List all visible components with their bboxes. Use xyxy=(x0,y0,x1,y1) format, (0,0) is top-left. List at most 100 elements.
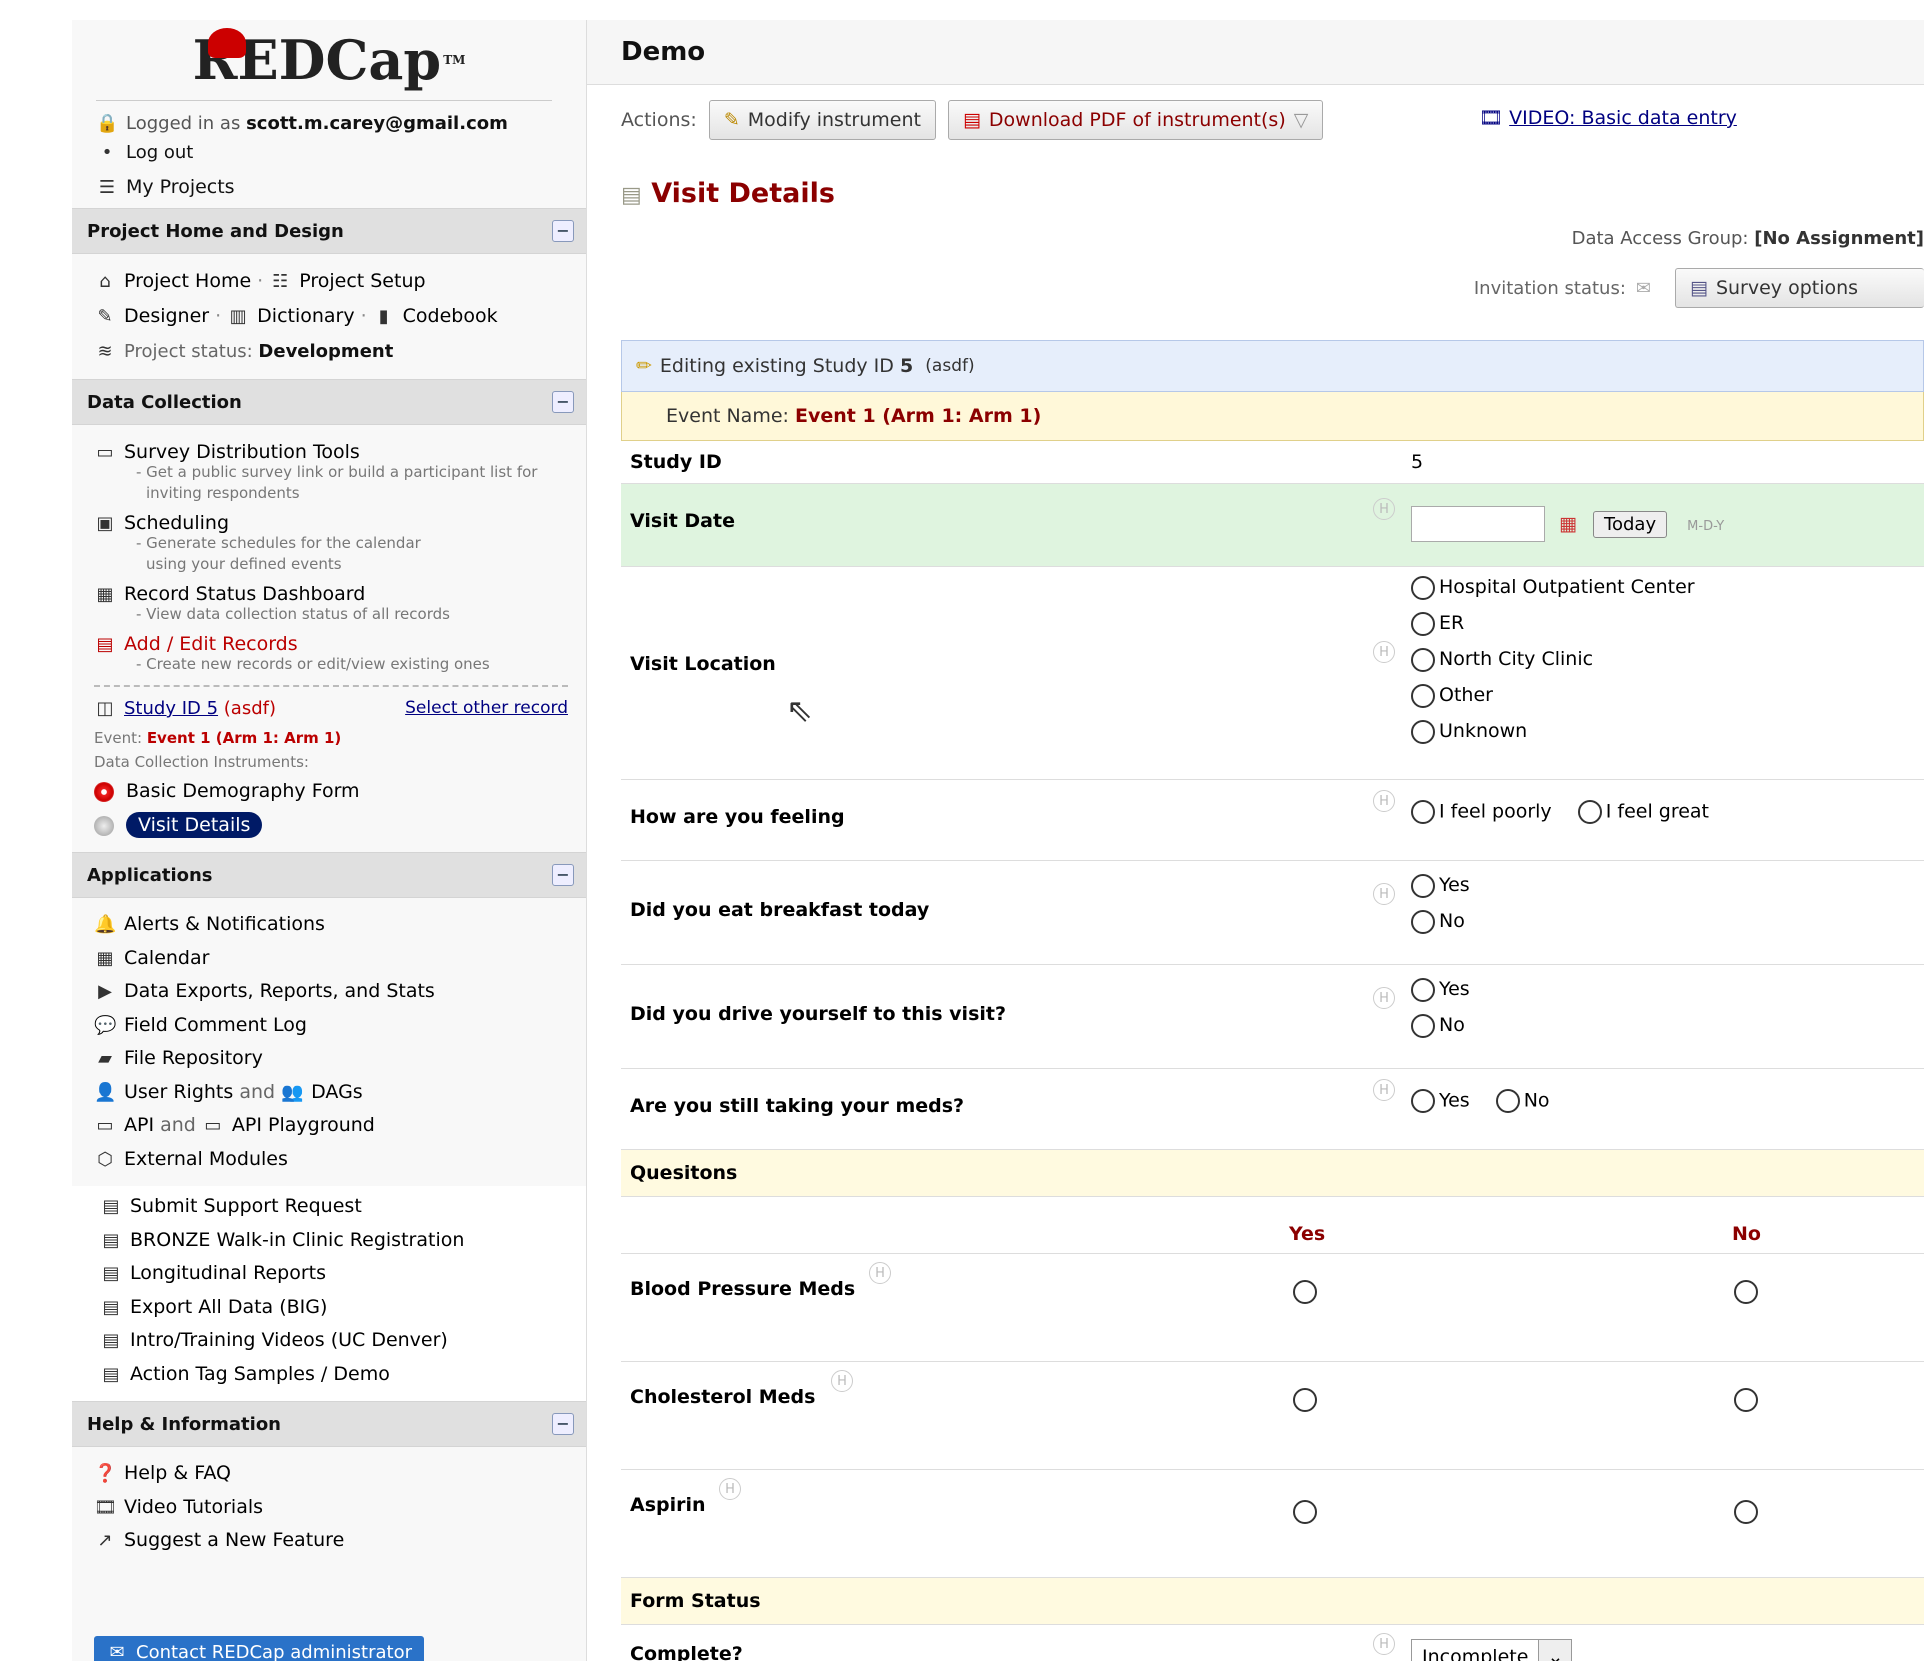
bp-meds-yes-radio[interactable] xyxy=(1293,1280,1317,1304)
help-faq-link[interactable]: Help & FAQ xyxy=(124,1462,231,1484)
history-icon[interactable]: H xyxy=(1373,1079,1395,1101)
video-basic-data-entry-link[interactable]: VIDEO: Basic data entry xyxy=(1509,107,1737,129)
visit-location-option[interactable]: Unknown xyxy=(1411,713,1695,749)
app-calendar-link[interactable]: Calendar xyxy=(124,947,209,969)
collapse-icon[interactable]: − xyxy=(552,391,574,413)
field-breakfast: Did you eat breakfast today H Yes No xyxy=(621,861,1924,965)
radio-button[interactable] xyxy=(1577,800,1602,824)
visit-location-option[interactable]: North City Clinic xyxy=(1411,641,1695,677)
study-id-link[interactable]: Study ID 5 xyxy=(124,698,218,719)
logout-link[interactable]: Log out xyxy=(126,142,193,163)
dictionary-link[interactable]: Dictionary xyxy=(257,305,354,327)
meds-yes-option[interactable]: Yes xyxy=(1411,1089,1470,1113)
app-api-playground-link[interactable]: API Playground xyxy=(232,1114,375,1136)
instrument-basic-demography[interactable]: Basic Demography Form xyxy=(126,780,360,802)
bookmark-link[interactable]: BRONZE Walk-in Clinic Registration xyxy=(130,1229,464,1251)
aspirin-no-radio[interactable] xyxy=(1734,1500,1758,1524)
visit-location-option[interactable]: Other xyxy=(1411,677,1695,713)
app-alerts-link[interactable]: Alerts & Notifications xyxy=(124,913,325,935)
my-projects-link[interactable]: My Projects xyxy=(126,176,235,198)
visit-location-option[interactable]: ER xyxy=(1411,605,1695,641)
bookmark-link[interactable]: Longitudinal Reports xyxy=(130,1262,326,1284)
breakfast-no-option[interactable]: No xyxy=(1411,903,1470,939)
section-help[interactable]: Help & Information − xyxy=(72,1401,586,1447)
radio-button[interactable] xyxy=(1411,909,1435,934)
collapse-icon[interactable]: − xyxy=(552,220,574,242)
app-file-repository-link[interactable]: File Repository xyxy=(124,1047,263,1069)
history-icon[interactable]: H xyxy=(831,1370,853,1392)
radio-button[interactable] xyxy=(1411,611,1435,636)
radio-button[interactable] xyxy=(1411,1013,1435,1038)
designer-link[interactable]: Designer xyxy=(124,305,209,327)
section-applications[interactable]: Applications − xyxy=(72,852,586,898)
cholesterol-meds-yes-radio[interactable] xyxy=(1293,1388,1317,1412)
feeling-option[interactable]: I feel poorly xyxy=(1411,800,1552,824)
drive-no-option[interactable]: No xyxy=(1411,1007,1470,1043)
video-tutorials-link[interactable]: Video Tutorials xyxy=(124,1496,263,1518)
redcap-logo[interactable]: REDCap TM xyxy=(72,20,586,100)
radio-button[interactable] xyxy=(1411,977,1435,1002)
collapse-icon[interactable]: − xyxy=(552,1413,574,1435)
radio-button[interactable] xyxy=(1495,1089,1520,1113)
history-icon[interactable]: H xyxy=(1373,498,1395,520)
history-icon[interactable]: H xyxy=(1373,1633,1395,1655)
bookmark-link[interactable]: Submit Support Request xyxy=(130,1195,362,1217)
app-data-exports-link[interactable]: Data Exports, Reports, and Stats xyxy=(124,980,435,1002)
record-status-dashboard-link[interactable]: Record Status Dashboard xyxy=(124,583,365,605)
bp-meds-no-radio[interactable] xyxy=(1734,1280,1758,1304)
visit-location-option[interactable]: Hospital Outpatient Center xyxy=(1411,569,1695,605)
codebook-link[interactable]: Codebook xyxy=(403,305,498,327)
bookmark-link[interactable]: Export All Data (BIG) xyxy=(130,1296,327,1318)
radio-button[interactable] xyxy=(1411,800,1435,824)
add-edit-records-link[interactable]: Add / Edit Records xyxy=(124,633,298,655)
project-home-link[interactable]: Project Home xyxy=(124,270,251,292)
scheduling-link[interactable]: Scheduling xyxy=(124,512,229,534)
user-email: scott.m.carey@gmail.com xyxy=(246,113,508,134)
history-icon[interactable]: H xyxy=(1373,641,1395,663)
survey-distribution-link[interactable]: Survey Distribution Tools xyxy=(124,441,360,463)
radio-button[interactable] xyxy=(1411,683,1435,708)
instrument-visit-details[interactable]: Visit Details xyxy=(126,812,263,838)
radio-button[interactable] xyxy=(1411,647,1435,672)
visit-date-input[interactable] xyxy=(1411,506,1545,542)
cholesterol-meds-no-radio[interactable] xyxy=(1734,1388,1758,1412)
feeling-option[interactable]: I feel great xyxy=(1577,800,1709,824)
select-other-record-link[interactable]: Select other record xyxy=(405,691,568,726)
history-icon[interactable]: H xyxy=(1373,987,1395,1009)
radio-button[interactable] xyxy=(1411,575,1435,600)
bookmark-link[interactable]: Action Tag Samples / Demo xyxy=(130,1363,390,1385)
radio-button[interactable] xyxy=(1411,1089,1435,1113)
contact-admin-button[interactable]: ✉ Contact REDCap administrator xyxy=(94,1636,424,1661)
history-icon[interactable]: H xyxy=(869,1262,891,1284)
app-api-link[interactable]: API xyxy=(124,1114,154,1136)
survey-options-button[interactable]: ▤ Survey options xyxy=(1675,268,1924,308)
section-data-collection[interactable]: Data Collection − xyxy=(72,379,586,425)
radio-button[interactable] xyxy=(1411,873,1435,898)
app-user-rights-link[interactable]: User Rights xyxy=(124,1081,233,1103)
download-pdf-button[interactable]: ▤ Download PDF of instrument(s) ▽ xyxy=(947,100,1324,140)
app-field-comment-log-link[interactable]: Field Comment Log xyxy=(124,1014,307,1036)
section-project-home[interactable]: Project Home and Design − xyxy=(72,208,586,254)
app-external-modules-link[interactable]: External Modules xyxy=(124,1148,288,1170)
today-button[interactable]: Today xyxy=(1593,510,1668,538)
meds-no-option[interactable]: No xyxy=(1495,1089,1550,1113)
app-dags-link[interactable]: DAGs xyxy=(311,1081,363,1103)
drive-yes-option[interactable]: Yes xyxy=(1411,971,1470,1007)
aspirin-yes-radio[interactable] xyxy=(1293,1500,1317,1524)
history-icon[interactable]: H xyxy=(1373,790,1395,812)
modify-instrument-button[interactable]: ✎ Modify instrument xyxy=(708,100,936,140)
bookmark-link[interactable]: Intro/Training Videos (UC Denver) xyxy=(130,1329,448,1351)
complete-status-select[interactable]: Incomplete ⌄ xyxy=(1411,1639,1573,1661)
calendar-icon[interactable]: ▦ xyxy=(1559,513,1577,535)
suggest-feature-link[interactable]: Suggest a New Feature xyxy=(124,1529,344,1551)
editing-banner: ✏ Editing existing Study ID 5 (asdf) xyxy=(621,340,1924,392)
project-setup-link[interactable]: Project Setup xyxy=(299,270,425,292)
breakfast-yes-option[interactable]: Yes xyxy=(1411,867,1470,903)
radio-button[interactable] xyxy=(1411,719,1435,744)
data-entry-form: ✏ Editing existing Study ID 5 (asdf) Even… xyxy=(621,340,1924,1661)
history-icon[interactable]: H xyxy=(1373,883,1395,905)
history-icon[interactable]: H xyxy=(719,1478,741,1500)
collapse-icon[interactable]: − xyxy=(552,864,574,886)
layers-icon: ≋ xyxy=(97,341,113,362)
survey-icon: ▤ xyxy=(1690,277,1708,299)
